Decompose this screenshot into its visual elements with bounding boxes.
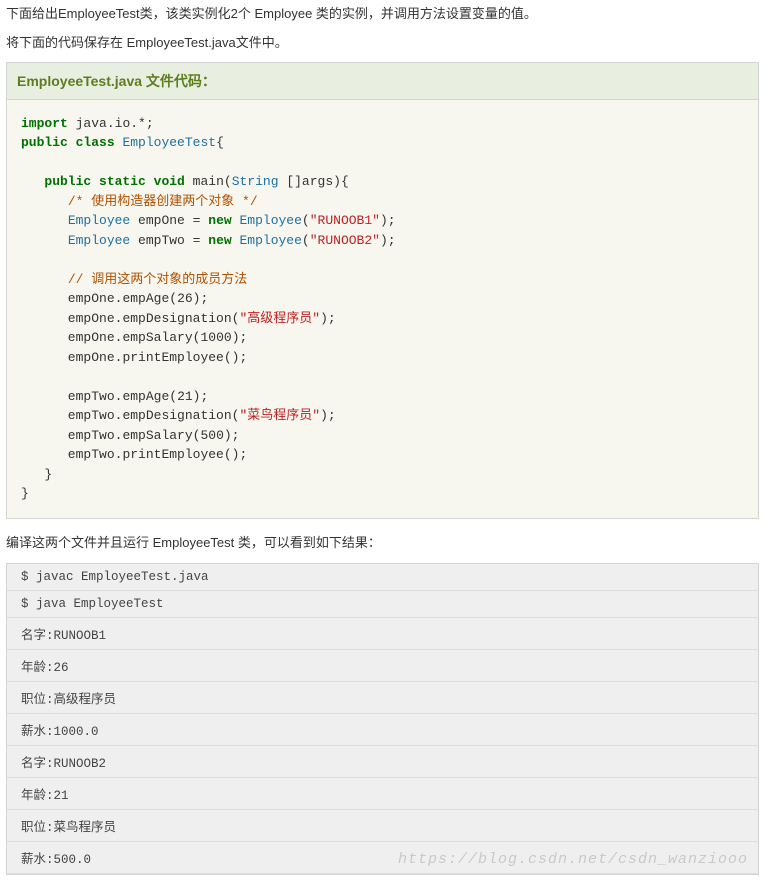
intro-paragraph-2: 将下面的代码保存在 EmployeeTest.java文件中。: [6, 33, 759, 54]
terminal-line: $ javac EmployeeTest.java: [7, 564, 758, 591]
terminal-line: 薪水:1000.0: [7, 714, 758, 746]
terminal-line: 职位:高级程序员: [7, 682, 758, 714]
code-block: EmployeeTest.java 文件代码： import java.io.*…: [6, 62, 759, 519]
code-listing: import java.io.*; public class EmployeeT…: [7, 110, 758, 508]
page-content: 下面给出EmployeeTest类，该类实例化2个 Employee 类的实例，…: [0, 4, 765, 885]
terminal-line: 职位:菜鸟程序员: [7, 810, 758, 842]
terminal-line: 名字:RUNOOB1: [7, 618, 758, 650]
terminal-output: $ javac EmployeeTest.java $ java Employe…: [6, 563, 759, 875]
intro-paragraph-1: 下面给出EmployeeTest类，该类实例化2个 Employee 类的实例，…: [6, 4, 759, 25]
terminal-line: $ java EmployeeTest: [7, 591, 758, 618]
terminal-line: 年龄:26: [7, 650, 758, 682]
terminal-line: 年龄:21: [7, 778, 758, 810]
after-code-paragraph: 编译这两个文件并且运行 EmployeeTest 类，可以看到如下结果：: [6, 533, 759, 554]
terminal-line: 名字:RUNOOB2: [7, 746, 758, 778]
code-title: EmployeeTest.java 文件代码：: [7, 63, 758, 100]
terminal-line: 薪水:500.0: [7, 842, 758, 874]
code-body: import java.io.*; public class EmployeeT…: [7, 100, 758, 518]
